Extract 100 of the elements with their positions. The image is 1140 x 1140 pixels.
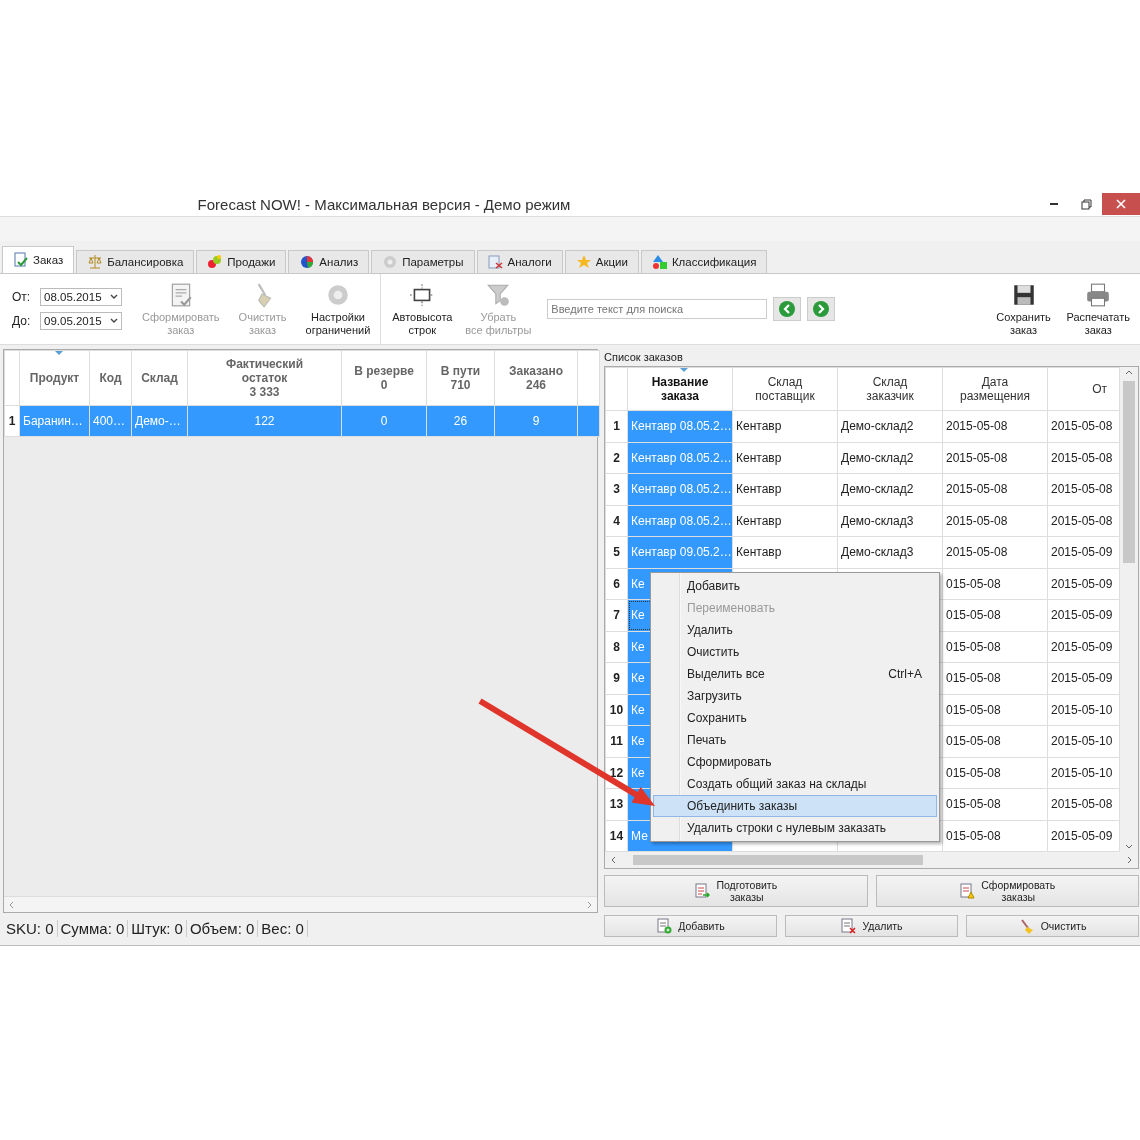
- table-cell: 015-05-08: [946, 671, 1001, 686]
- table-cell: Ке: [631, 734, 645, 749]
- scrollbar[interactable]: [4, 896, 597, 912]
- tab[interactable]: Продажи: [196, 250, 287, 273]
- tab[interactable]: Заказ: [2, 246, 75, 273]
- action-button[interactable]: Добавить: [604, 915, 777, 937]
- column-header[interactable]: Склад заказчик: [837, 367, 943, 411]
- tab[interactable]: Балансировка: [76, 250, 195, 273]
- table-cell: Демо-…: [131, 405, 188, 437]
- row-number: 3: [605, 473, 628, 505]
- close-icon: [1116, 199, 1126, 209]
- table-cell: 015-05-08: [946, 765, 1001, 780]
- sort-icon: [54, 351, 63, 355]
- star-icon: [575, 254, 592, 270]
- row-number: 9: [605, 662, 628, 694]
- table-cell: Кентавр 08.05.2…: [631, 450, 732, 465]
- menu-item[interactable]: Печать: [653, 729, 937, 751]
- table-cell: Ке: [631, 576, 645, 591]
- menu-item[interactable]: Объединить заказы: [653, 795, 937, 817]
- toolbar-button[interactable]: Распечатать заказ: [1062, 279, 1134, 339]
- column-header[interactable]: Склад поставщик: [732, 367, 838, 411]
- action-button[interactable]: Очистить: [966, 915, 1139, 937]
- menu-item[interactable]: Удалить: [653, 619, 937, 641]
- restore-icon: [1080, 198, 1092, 210]
- column-header[interactable]: Фактический остаток 3 333: [187, 350, 342, 406]
- toolbar-button[interactable]: Настройки ограничений: [301, 279, 375, 339]
- row-number: 2: [605, 442, 628, 474]
- table-cell: 0: [341, 405, 427, 437]
- date-label: До:: [12, 314, 32, 328]
- sort-icon: [680, 368, 688, 372]
- search-field[interactable]: Введите текст для поиска: [547, 299, 768, 319]
- row-number: 13: [605, 788, 628, 820]
- table-cell: 2015-05-10: [1051, 734, 1113, 749]
- brush-icon: [1018, 918, 1035, 934]
- table-cell: Демо-склад2: [841, 450, 914, 465]
- date-picker[interactable]: 08.05.2015: [40, 288, 122, 306]
- toolbar-button[interactable]: Сохранить заказ: [988, 279, 1059, 339]
- table-cell: Кентавр: [736, 419, 782, 434]
- column-header[interactable]: От: [1047, 367, 1120, 411]
- row-number: 7: [605, 599, 628, 631]
- tab[interactable]: Классификация: [640, 250, 768, 273]
- forward-button[interactable]: [807, 297, 836, 321]
- row-number: 6: [605, 568, 628, 600]
- menu-item[interactable]: Удалить строки с нулевым заказать: [653, 817, 937, 839]
- tab[interactable]: Акции: [564, 250, 639, 273]
- table-cell: Ке: [631, 671, 645, 686]
- date-picker[interactable]: 09.05.2015: [40, 312, 122, 330]
- status-text: Штук: 0: [128, 919, 187, 937]
- shapes-icon: [651, 254, 668, 270]
- table-cell: 2015-05-08: [946, 545, 1008, 560]
- table-cell: 2015-05-08: [946, 513, 1008, 528]
- table-cell: 2015-05-08: [1051, 419, 1113, 434]
- action-button[interactable]: Удалить: [785, 915, 958, 937]
- row-number: 1: [605, 410, 628, 442]
- table-cell: 26: [426, 405, 495, 437]
- back-button[interactable]: [773, 297, 802, 321]
- action-button[interactable]: Сформировать заказы: [875, 875, 1139, 907]
- menu-item[interactable]: Добавить: [653, 575, 937, 597]
- table-cell: Кентавр: [736, 482, 782, 497]
- close-button[interactable]: [1102, 193, 1140, 215]
- scrollbar[interactable]: [1120, 367, 1138, 852]
- column-header[interactable]: В пути 710: [426, 350, 495, 406]
- table-cell: 2015-05-08: [1051, 513, 1113, 528]
- table-cell: Демо-склад3: [841, 513, 914, 528]
- column-header[interactable]: Склад: [131, 350, 188, 406]
- column-header[interactable]: Заказано 246: [494, 350, 578, 406]
- column-header[interactable]: Код: [89, 350, 132, 406]
- table-cell: 2015-05-09: [1051, 671, 1113, 686]
- tab[interactable]: Параметры: [371, 250, 475, 273]
- document-icon: [487, 254, 504, 270]
- table-cell: 2015-05-10: [1051, 765, 1113, 780]
- table-cell: 122: [187, 405, 342, 437]
- menu-item[interactable]: Очистить: [653, 641, 937, 663]
- column-header[interactable]: Название заказа: [627, 367, 733, 411]
- table-cell: 2015-05-10: [1051, 702, 1113, 717]
- table-cell: Ке: [631, 639, 645, 654]
- scroll-thumb[interactable]: [1123, 381, 1135, 563]
- action-button[interactable]: Подготовить заказы: [604, 875, 868, 907]
- menu-item[interactable]: Сохранить: [653, 707, 937, 729]
- table-cell: 9: [494, 405, 578, 437]
- table-cell: Кентавр: [736, 513, 782, 528]
- menu-item[interactable]: Выделить все Ctrl+A: [653, 663, 937, 685]
- column-header[interactable]: Дата размещения: [942, 367, 1048, 411]
- toolbar-button[interactable]: Автовысота строк: [387, 279, 458, 339]
- table-cell: 2015-05-08: [946, 482, 1008, 497]
- menu-item[interactable]: Создать общий заказ на склады: [653, 773, 937, 795]
- tab[interactable]: Анализ: [288, 250, 370, 273]
- column-header[interactable]: В резерве 0: [341, 350, 427, 406]
- column-header[interactable]: Продукт: [19, 350, 90, 406]
- scroll-thumb[interactable]: [633, 855, 923, 865]
- table-cell: 015-05-08: [946, 797, 1001, 812]
- printer-icon: [1085, 281, 1112, 308]
- menu-item[interactable]: Загрузить: [653, 685, 937, 707]
- scrollbar[interactable]: [605, 852, 1138, 868]
- window-title: Forecast NOW! - Максимальная версия - Демо режим: [196, 195, 572, 213]
- menu-item[interactable]: Сформировать: [653, 751, 937, 773]
- row-number: 14: [605, 820, 628, 852]
- tab[interactable]: Аналоги: [476, 250, 563, 273]
- table-cell: Кентавр 08.05.2…: [631, 482, 732, 497]
- document-icon: [13, 252, 29, 268]
